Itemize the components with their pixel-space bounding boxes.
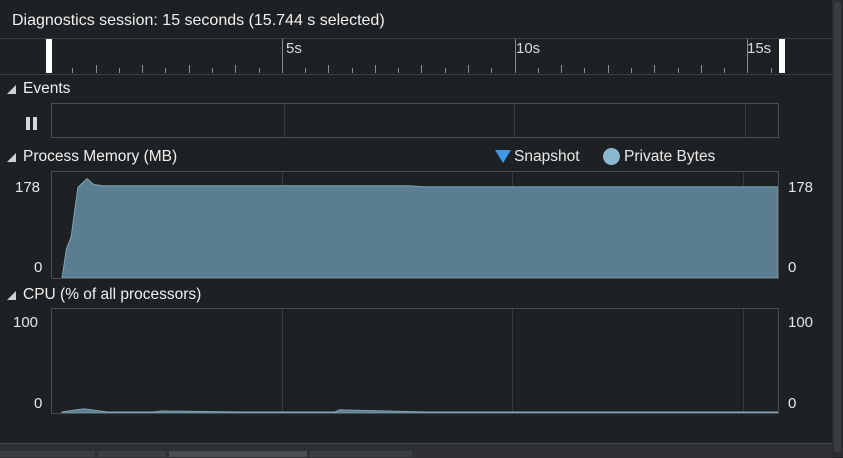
cpu-chart[interactable] [51, 308, 779, 414]
selection-end-handle[interactable] [779, 39, 785, 73]
tick-label-15s: 15s [747, 40, 772, 57]
memory-area-series [61, 178, 778, 278]
cpu-title: CPU (% of all processors) [23, 286, 202, 303]
snapshot-legend-label: Snapshot [514, 148, 580, 165]
memory-y-min-left: 0 [34, 259, 43, 276]
timeline-ruler-ticks [49, 39, 772, 73]
cpu-chart-svg [61, 309, 778, 413]
collapse-memory-icon[interactable] [7, 153, 16, 162]
events-track[interactable] [51, 103, 779, 138]
snapshot-legend-icon [495, 150, 511, 163]
bottom-tab-1[interactable] [0, 451, 95, 457]
cpu-y-max-left: 100 [13, 314, 39, 331]
memory-title: Process Memory (MB) [23, 148, 178, 165]
memory-y-max-left: 178 [15, 179, 41, 196]
tick-label-5s: 5s [286, 40, 302, 57]
timeline-ruler[interactable] [0, 38, 832, 75]
bottom-tab-4[interactable] [310, 451, 412, 457]
selection-start-handle[interactable] [46, 39, 52, 73]
collapse-events-icon[interactable] [7, 85, 16, 94]
private-bytes-legend-label: Private Bytes [624, 148, 716, 165]
memory-chart[interactable] [51, 171, 779, 279]
session-header: Diagnostics session: 15 seconds (15.744 … [0, 0, 832, 38]
memory-chart-svg [61, 172, 778, 278]
events-title: Events [23, 80, 71, 97]
bottom-tab-2[interactable] [98, 451, 166, 457]
cpu-area-series [61, 408, 778, 413]
cpu-y-min-right: 0 [788, 395, 797, 412]
cpu-y-max-right: 100 [788, 314, 814, 331]
cpu-y-min-left: 0 [34, 395, 43, 412]
collapse-cpu-icon[interactable] [7, 291, 16, 300]
pause-icon[interactable] [26, 117, 38, 130]
tick-label-10s: 10s [516, 40, 541, 57]
memory-y-min-right: 0 [788, 259, 797, 276]
session-title: Diagnostics session: 15 seconds (15.744 … [12, 12, 385, 29]
memory-y-max-right: 178 [788, 179, 814, 196]
bottom-tab-3[interactable] [169, 451, 307, 457]
private-bytes-legend-icon [603, 148, 620, 165]
vertical-scrollbar-thumb[interactable] [834, 2, 841, 452]
